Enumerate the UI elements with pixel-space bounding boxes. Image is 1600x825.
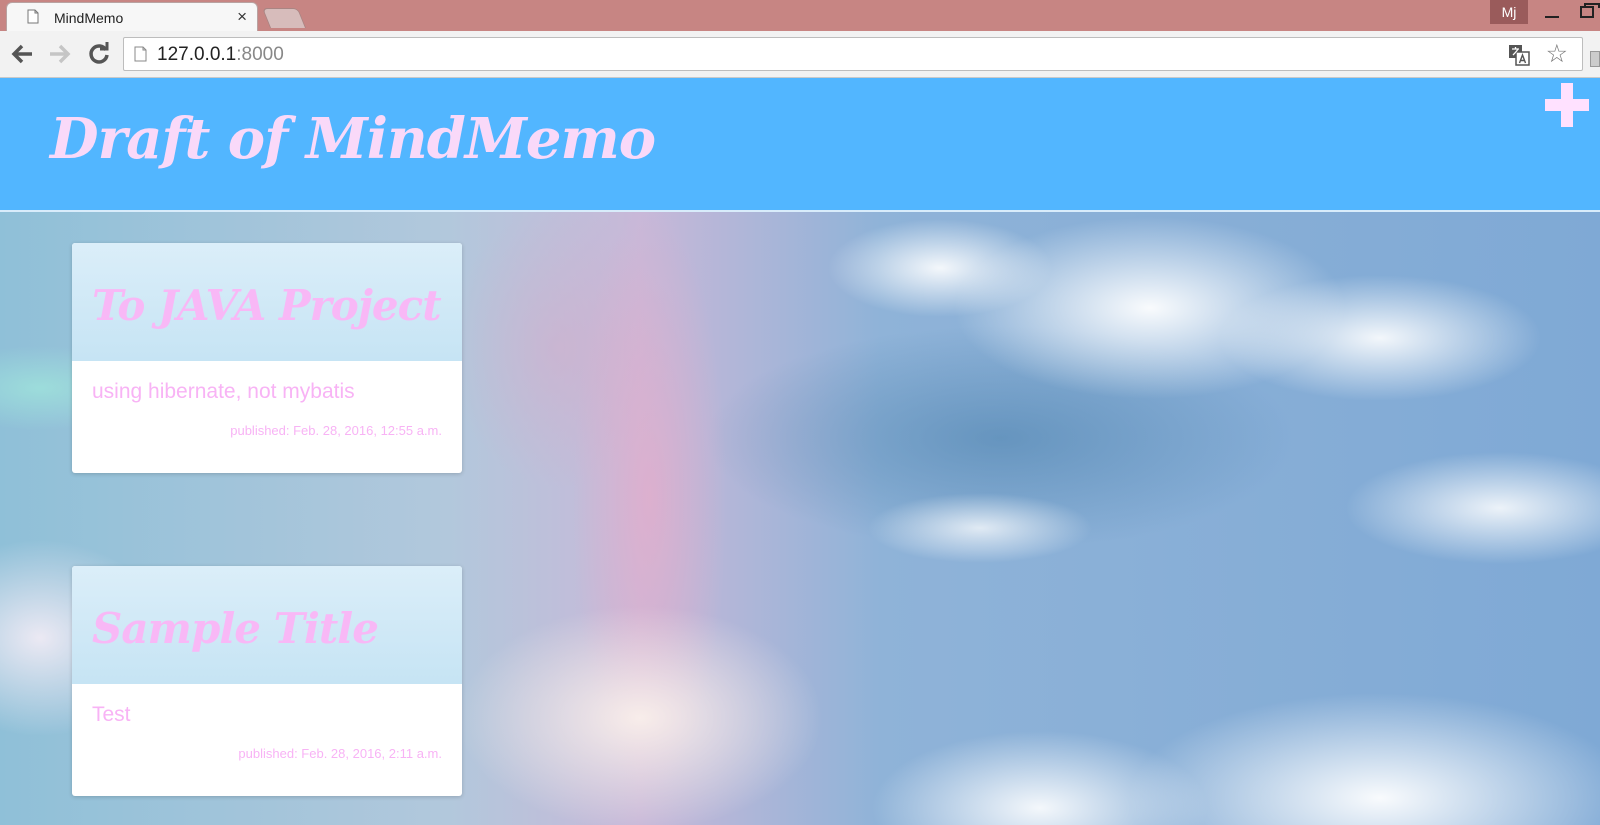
browser-toolbar: 127.0.0.1:8000 ☆ bbox=[0, 31, 1600, 78]
page-icon bbox=[27, 9, 39, 24]
bookmark-star-icon[interactable]: ☆ bbox=[1546, 42, 1568, 67]
url-port: :8000 bbox=[236, 44, 284, 65]
new-tab-button[interactable] bbox=[261, 8, 307, 28]
page-icon bbox=[134, 46, 147, 62]
reload-icon[interactable] bbox=[85, 40, 113, 68]
url-host: 127.0.0.1 bbox=[157, 44, 237, 65]
address-bar[interactable]: 127.0.0.1:8000 ☆ bbox=[123, 37, 1583, 71]
memo-title[interactable]: Sample Title bbox=[92, 604, 379, 653]
browser-titlebar: MindMemo × Mj bbox=[0, 0, 1600, 32]
memo-card-header: Sample Title bbox=[72, 566, 462, 684]
back-arrow-icon[interactable] bbox=[9, 40, 37, 68]
minimize-icon[interactable] bbox=[1545, 16, 1559, 18]
memo-card[interactable]: Sample Title Test published: Feb. 28, 20… bbox=[72, 566, 462, 796]
tab-title: MindMemo bbox=[54, 10, 124, 26]
memo-published-date: published: Feb. 28, 2016, 12:55 a.m. bbox=[230, 423, 442, 438]
translate-icon[interactable] bbox=[1508, 44, 1530, 66]
restore-icon[interactable] bbox=[1580, 3, 1600, 18]
site-title[interactable]: Draft of MindMemo bbox=[50, 106, 656, 172]
browser-tab-active[interactable]: MindMemo × bbox=[6, 2, 258, 32]
url-text: 127.0.0.1:8000 bbox=[157, 44, 284, 66]
page-viewport: Draft of MindMemo To JAVA Project using … bbox=[0, 78, 1600, 825]
memo-card[interactable]: To JAVA Project using hibernate, not myb… bbox=[72, 243, 462, 473]
profile-button[interactable]: Mj bbox=[1490, 0, 1528, 24]
memo-title[interactable]: To JAVA Project bbox=[92, 281, 442, 330]
memo-body: Test bbox=[92, 703, 131, 726]
memo-body: using hibernate, not mybatis bbox=[92, 380, 355, 403]
tab-close-icon[interactable]: × bbox=[237, 7, 247, 27]
memo-published-date: published: Feb. 28, 2016, 2:11 a.m. bbox=[238, 746, 442, 761]
memo-card-header: To JAVA Project bbox=[72, 243, 462, 361]
site-header: Draft of MindMemo bbox=[0, 78, 1600, 212]
extension-icon[interactable] bbox=[1590, 51, 1600, 67]
forward-arrow-icon[interactable] bbox=[45, 40, 73, 68]
add-memo-button[interactable] bbox=[1545, 83, 1589, 127]
plus-icon-bar bbox=[1561, 83, 1573, 127]
